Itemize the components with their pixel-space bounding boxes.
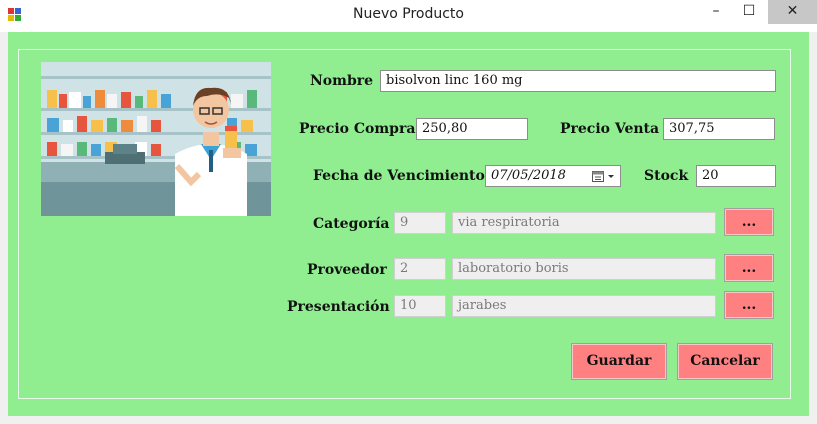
categoria-id-field: 9 [394, 212, 446, 234]
precio-venta-label: Precio Venta [560, 121, 660, 137]
presentacion-id-field: 10 [394, 295, 446, 317]
categoria-label: Categoría [313, 216, 390, 232]
fecha-vencimiento-value: 07/05/2018 [491, 168, 566, 183]
presentacion-name-field: jarabes [452, 295, 716, 317]
proveedor-label: Proveedor [307, 262, 387, 278]
fecha-vencimiento-picker[interactable]: 07/05/2018 [485, 165, 621, 187]
pharmacist-image [41, 62, 271, 216]
form-area: Nombre bisolvon linc 160 mg Precio Compr… [8, 32, 809, 416]
proveedor-id-field: 2 [394, 258, 446, 280]
fecha-vencimiento-label: Fecha de Vencimiento [313, 168, 485, 184]
precio-venta-field[interactable]: 307,75 [663, 118, 775, 140]
cancelar-button[interactable]: Cancelar [677, 343, 773, 380]
window-client: Nombre bisolvon linc 160 mg Precio Compr… [0, 32, 817, 424]
precio-compra-label: Precio Compra [299, 121, 416, 137]
presentacion-browse-button[interactable]: ... [724, 291, 774, 319]
close-button[interactable]: ✕ [768, 0, 817, 24]
stock-field[interactable]: 20 [696, 165, 776, 187]
proveedor-name-field: laboratorio boris [452, 258, 716, 280]
categoria-name-field: via respiratoria [452, 212, 716, 234]
stock-label: Stock [644, 168, 689, 184]
maximize-button[interactable]: ☐ [733, 0, 765, 24]
title-bar: Nuevo Producto – ☐ ✕ [0, 0, 817, 32]
window-title: Nuevo Producto [353, 6, 464, 22]
calendar-icon[interactable] [592, 170, 604, 182]
nombre-field[interactable]: bisolvon linc 160 mg [380, 70, 776, 92]
guardar-button[interactable]: Guardar [571, 343, 667, 380]
minimize-button[interactable]: – [700, 0, 732, 24]
nombre-label: Nombre [310, 73, 374, 89]
categoria-browse-button[interactable]: ... [724, 208, 774, 236]
presentacion-label: Presentación [287, 299, 390, 315]
chevron-down-icon[interactable] [607, 170, 615, 182]
proveedor-browse-button[interactable]: ... [724, 254, 774, 282]
precio-compra-field[interactable]: 250,80 [416, 118, 528, 140]
